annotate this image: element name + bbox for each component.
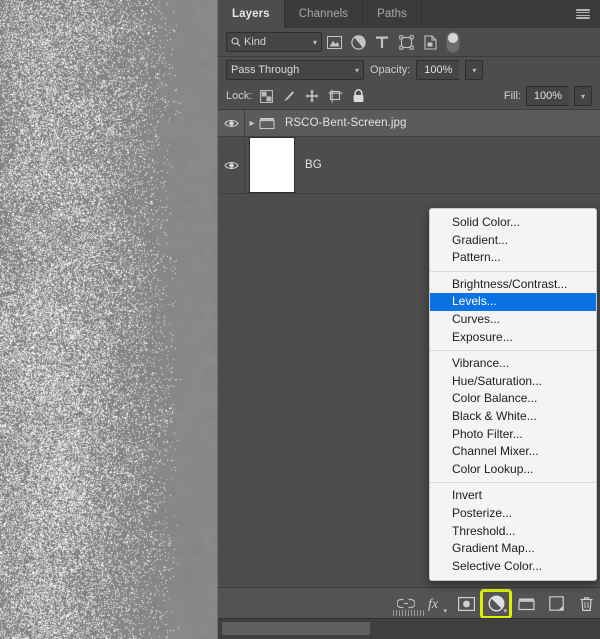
menu-item[interactable]: Hue/Saturation... [430,373,596,391]
tab-channels-label: Channels [298,8,349,20]
link-icon [397,598,415,609]
menu-item[interactable]: Vibrance... [430,355,596,373]
eye-visible-icon [223,119,239,127]
adjustment-layer-filter-icon[interactable] [346,31,370,53]
folder-icon [259,117,275,130]
blend-mode-row: Pass Through ▾ Opacity: 100% ▾ [218,57,600,83]
svg-text:fx: fx [428,597,439,612]
filter-kind-select[interactable]: Kind ▾ [226,32,322,52]
opacity-value: 100% [424,64,453,76]
layer-list: ▸ RSCO-Bent-Screen.jpg BG [218,110,600,194]
fill-value: 100% [533,90,563,102]
layer-mask-icon [457,596,475,611]
fill-input[interactable]: 100% [526,86,569,106]
fill-chevron-down-icon[interactable]: ▾ [574,86,592,106]
menu-item[interactable]: Levels... [430,293,596,311]
menu-item[interactable]: Color Lookup... [430,461,596,479]
panel-resize-grip[interactable] [393,610,425,616]
new-group-button[interactable] [512,591,540,617]
lock-row: Lock: Fill: 100% ▾ [218,83,600,109]
scrollbar-thumb[interactable] [222,622,370,635]
menu-item[interactable]: Brightness/Contrast... [430,276,596,294]
layer-visibility-toggle[interactable] [218,110,245,136]
menu-item[interactable]: Pattern... [430,249,596,267]
chevron-down-icon: ▾ [354,65,359,75]
menu-separator [430,270,596,272]
layer-filter-row: Kind ▾ [218,28,600,56]
tab-layers-label: Layers [232,8,270,20]
fill-label: Fill: [503,90,521,102]
menu-item[interactable]: Color Balance... [430,390,596,408]
new-layer-icon [548,596,564,611]
horizontal-scrollbar[interactable] [218,610,600,639]
blend-mode-select[interactable]: Pass Through ▾ [226,60,364,80]
photoshop-window: Layers Channels Paths Kind ▾ Pass Throug… [0,0,600,639]
menu-separator [430,482,596,484]
menu-item[interactable]: Selective Color... [430,558,596,576]
menu-item[interactable]: Exposure... [430,329,596,347]
halftone-image [0,0,218,639]
chevron-right-icon[interactable]: ▸ [245,118,259,129]
hamburger-menu-icon [576,9,590,19]
menu-item[interactable]: Posterize... [430,505,596,523]
folder-icon [517,598,535,610]
menu-item[interactable]: Threshold... [430,523,596,541]
menu-item[interactable]: Curves... [430,311,596,329]
layer-name: RSCO-Bent-Screen.jpg [285,117,407,129]
new-adjustment-layer-button[interactable]: ▾ [480,588,512,619]
type-layer-filter-icon[interactable] [370,31,394,53]
menu-item[interactable]: Channel Mixer... [430,443,596,461]
lock-position-icon[interactable] [303,87,321,105]
menu-item[interactable]: Photo Filter... [430,426,596,444]
menu-item[interactable]: Gradient... [430,232,596,250]
adjustment-half-circle-icon [487,595,505,612]
lock-image-pixels-icon[interactable] [280,87,298,105]
add-layer-mask-button[interactable] [452,591,480,617]
new-layer-button[interactable] [542,591,570,617]
menu-item[interactable]: Invert [430,487,596,505]
menu-item[interactable]: Solid Color... [430,214,596,232]
layer-visibility-toggle[interactable] [218,137,245,193]
table-row[interactable]: ▸ RSCO-Bent-Screen.jpg [218,110,600,137]
trash-icon [580,596,592,611]
tab-paths-label: Paths [377,8,407,20]
menu-item[interactable]: Gradient Map... [430,540,596,558]
opacity-label: Opacity: [370,64,411,76]
opacity-chevron-down-icon[interactable]: ▾ [465,60,484,80]
chevron-down-icon: ▾ [443,607,447,615]
new-adjustment-layer-menu[interactable]: Solid Color... Gradient... Pattern... Brigh… [429,208,597,582]
blend-mode-value: Pass Through [231,64,300,76]
lock-label: Lock: [226,90,253,102]
shape-layer-filter-icon[interactable] [394,31,418,53]
chevron-down-icon: ▾ [503,607,507,615]
table-row[interactable]: BG [218,137,600,194]
smart-object-filter-icon[interactable] [418,31,442,53]
layer-name: BG [305,159,322,171]
tab-channels[interactable]: Channels [285,0,364,28]
filter-enable-toggle[interactable] [446,31,460,53]
fx-icon: fx [428,597,439,612]
chevron-down-icon: ▾ [312,37,317,47]
magnifier-icon [231,37,241,47]
tab-paths[interactable]: Paths [363,0,422,28]
lock-all-icon[interactable] [349,87,367,105]
panel-tabbar: Layers Channels Paths [218,0,600,28]
lock-artboard-nesting-icon[interactable] [326,87,344,105]
lock-transparent-pixels-icon[interactable] [257,87,275,105]
tab-layers[interactable]: Layers [218,0,285,28]
panel-menu-button[interactable] [572,0,594,28]
pixel-layer-filter-icon[interactable] [322,31,346,53]
delete-layer-button[interactable] [572,591,600,617]
menu-separator [430,350,596,352]
layer-style-button[interactable]: fx ▾ [422,591,450,617]
opacity-input[interactable]: 100% [416,60,460,80]
canvas-image-area[interactable] [0,0,218,639]
filter-kind-label: Kind [244,36,267,48]
eye-visible-icon [223,161,239,169]
menu-item[interactable]: Black & White... [430,408,596,426]
layer-thumbnail[interactable] [249,137,295,193]
